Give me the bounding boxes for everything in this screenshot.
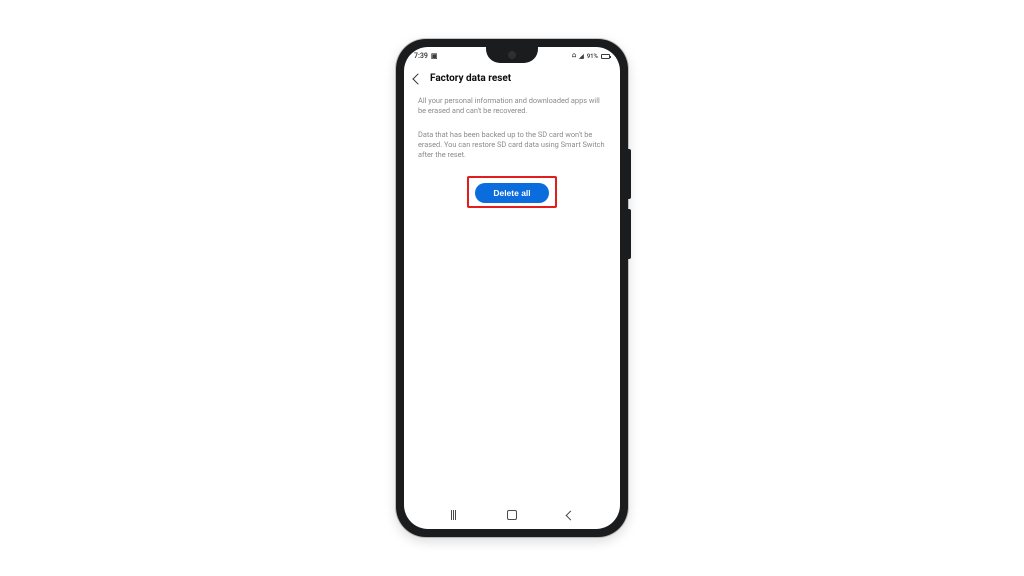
button-row: Delete all [414, 176, 610, 208]
highlight-annotation: Delete all [467, 176, 556, 208]
volume-down-button[interactable] [628, 209, 631, 259]
warning-text-1: All your personal information and downlo… [418, 96, 606, 116]
stage: 7:39 ▣ ⩍ ◢ 91% Factory data reset All yo… [0, 0, 1024, 576]
battery-text: 91% [587, 53, 598, 60]
nav-home-button[interactable] [500, 503, 524, 527]
phone-screen: 7:39 ▣ ⩍ ◢ 91% Factory data reset All yo… [404, 47, 620, 529]
wifi-icon: ⩍ [572, 53, 576, 60]
nav-back-button[interactable] [559, 503, 583, 527]
warning-text-2: Data that has been backed up to the SD c… [418, 130, 606, 160]
video-icon: ▣ [431, 52, 438, 60]
signal-icon: ◢ [579, 53, 584, 60]
back-nav-icon [566, 510, 576, 520]
recents-icon [451, 510, 456, 520]
page-title: Factory data reset [430, 73, 511, 84]
content-area: Factory data reset All your personal inf… [404, 65, 620, 501]
navigation-bar [404, 501, 620, 529]
nav-recents-button[interactable] [441, 503, 465, 527]
page-header: Factory data reset [414, 69, 610, 92]
front-camera [508, 51, 516, 59]
back-icon[interactable] [412, 73, 423, 84]
volume-up-button[interactable] [628, 149, 631, 199]
clock: 7:39 [414, 52, 428, 60]
home-icon [507, 510, 517, 520]
status-left: 7:39 ▣ [414, 52, 438, 60]
phone-frame: 7:39 ▣ ⩍ ◢ 91% Factory data reset All yo… [396, 39, 628, 537]
battery-icon [601, 54, 610, 59]
status-right: ⩍ ◢ 91% [572, 53, 610, 60]
display-notch [486, 47, 538, 63]
delete-all-button[interactable]: Delete all [475, 183, 548, 203]
